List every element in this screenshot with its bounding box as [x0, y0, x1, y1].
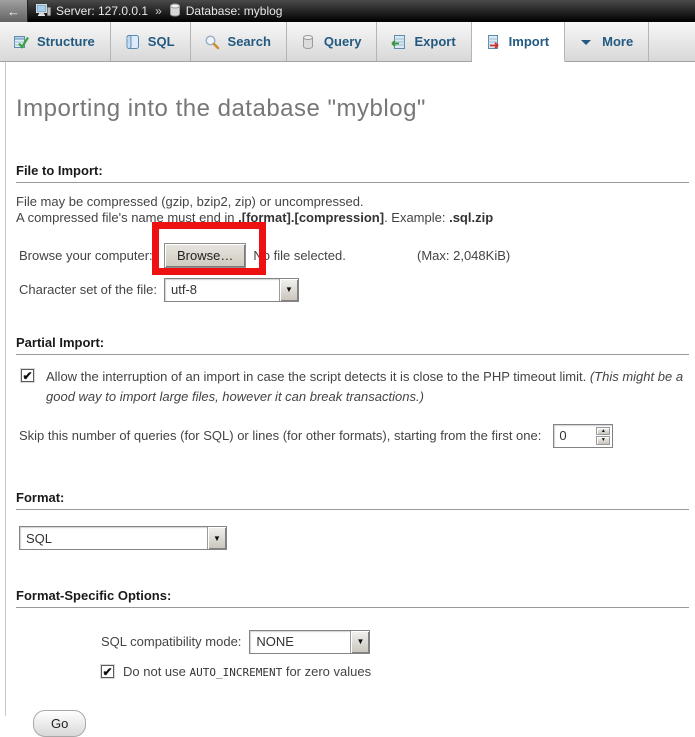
- format-section: Format: SQL ▼: [16, 490, 689, 550]
- format-select-row: SQL ▼: [19, 526, 689, 550]
- dropdown-arrow-icon[interactable]: ▼: [279, 279, 298, 301]
- tab-label: Structure: [37, 34, 95, 49]
- tab-more[interactable]: More: [565, 22, 649, 61]
- tab-label: More: [602, 34, 633, 49]
- tab-import[interactable]: Import: [472, 22, 565, 62]
- go-button[interactable]: Go: [33, 710, 86, 737]
- sql-compatibility-select[interactable]: NONE ▼: [249, 630, 370, 654]
- browse-button[interactable]: Browse…: [164, 243, 246, 268]
- skip-queries-label: Skip this number of queries (for SQL) or…: [19, 428, 541, 443]
- breadcrumb-separator: »: [155, 4, 162, 18]
- tab-label: Import: [509, 34, 549, 49]
- charset-label: Character set of the file:: [19, 282, 164, 297]
- partial-import-heading: Partial Import:: [16, 335, 689, 355]
- server-icon: [36, 3, 51, 20]
- auto-increment-row: ✔ Do not use AUTO_INCREMENT for zero val…: [101, 664, 689, 679]
- breadcrumb-server-link[interactable]: Server: 127.0.0.1: [56, 4, 148, 18]
- partial-import-section: Partial Import: ✔ Allow the interruption…: [16, 335, 689, 448]
- allow-interruption-label: Allow the interruption of an import in c…: [46, 367, 689, 407]
- breadcrumb-bar: ← Server: 127.0.0.1 » Database: myblog: [0, 0, 695, 22]
- page-title: Importing into the database "myblog": [16, 62, 695, 123]
- browse-row: Browse your computer: Browse… No file se…: [19, 243, 689, 268]
- database-icon: [169, 3, 181, 20]
- compression-line1: File may be compressed (gzip, bzip2, zip…: [16, 194, 689, 210]
- tab-search[interactable]: Search: [191, 22, 287, 61]
- sql-icon: [124, 34, 140, 50]
- allow-interruption-checkbox[interactable]: ✔: [21, 369, 34, 382]
- tab-structure[interactable]: Structure: [0, 22, 111, 61]
- search-icon: [204, 34, 220, 50]
- main-content: Importing into the database "myblog" Fil…: [5, 62, 695, 716]
- import-icon: [485, 34, 501, 50]
- format-specific-options-heading: Format-Specific Options:: [16, 588, 689, 608]
- max-size-note: (Max: 2,048KiB): [417, 248, 510, 263]
- tab-sql[interactable]: SQL: [111, 22, 191, 61]
- back-arrow-icon: ←: [7, 4, 20, 19]
- compression-help-text: File may be compressed (gzip, bzip2, zip…: [16, 194, 689, 226]
- charset-row: Character set of the file: utf-8 ▼: [19, 277, 689, 302]
- skip-queries-stepper[interactable]: 0 ▲ ▼: [553, 424, 613, 448]
- back-button[interactable]: ←: [0, 0, 28, 22]
- tab-label: SQL: [148, 34, 175, 49]
- breadcrumb: Server: 127.0.0.1 » Database: myblog: [36, 3, 282, 20]
- auto-increment-label: Do not use AUTO_INCREMENT for zero value…: [123, 664, 371, 679]
- stepper-down-icon[interactable]: ▼: [596, 436, 610, 445]
- allow-interruption-row: ✔ Allow the interruption of an import in…: [21, 369, 689, 407]
- file-to-import-section: File to Import: File may be compressed (…: [16, 163, 689, 302]
- sql-compatibility-row: SQL compatibility mode: NONE ▼: [101, 629, 689, 654]
- export-icon: [390, 34, 406, 50]
- stepper-up-icon[interactable]: ▲: [596, 427, 610, 436]
- format-selected-value: SQL: [20, 527, 207, 549]
- chevron-down-icon: [578, 34, 594, 50]
- format-heading: Format:: [16, 490, 689, 510]
- skip-queries-value: 0: [554, 425, 594, 447]
- skip-queries-row: Skip this number of queries (for SQL) or…: [19, 423, 689, 448]
- tab-bar: Structure SQL Search Query Export Import: [0, 22, 695, 62]
- dropdown-arrow-icon[interactable]: ▼: [350, 631, 369, 653]
- format-specific-options-section: Format-Specific Options: SQL compatibili…: [16, 588, 689, 679]
- stepper-buttons: ▲ ▼: [594, 425, 612, 447]
- file-to-import-heading: File to Import:: [16, 163, 689, 183]
- tab-label: Query: [324, 34, 362, 49]
- browse-label: Browse your computer:: [19, 248, 164, 263]
- query-icon: [300, 34, 316, 50]
- tab-label: Export: [414, 34, 455, 49]
- tab-label: Search: [228, 34, 271, 49]
- charset-selected-value: utf-8: [165, 279, 279, 301]
- auto-increment-checkbox[interactable]: ✔: [101, 665, 114, 678]
- dropdown-arrow-icon[interactable]: ▼: [207, 527, 226, 549]
- tab-export[interactable]: Export: [377, 22, 471, 61]
- charset-select[interactable]: utf-8 ▼: [164, 278, 299, 302]
- format-select[interactable]: SQL ▼: [19, 526, 227, 550]
- sql-compatibility-value: NONE: [250, 631, 350, 653]
- sql-compatibility-label: SQL compatibility mode:: [101, 634, 241, 649]
- breadcrumb-database-link[interactable]: Database: myblog: [186, 4, 283, 18]
- compression-line2: A compressed file's name must end in .[f…: [16, 210, 689, 226]
- tab-query[interactable]: Query: [287, 22, 378, 61]
- structure-icon: [13, 34, 29, 50]
- no-file-selected-text: No file selected.: [253, 248, 346, 263]
